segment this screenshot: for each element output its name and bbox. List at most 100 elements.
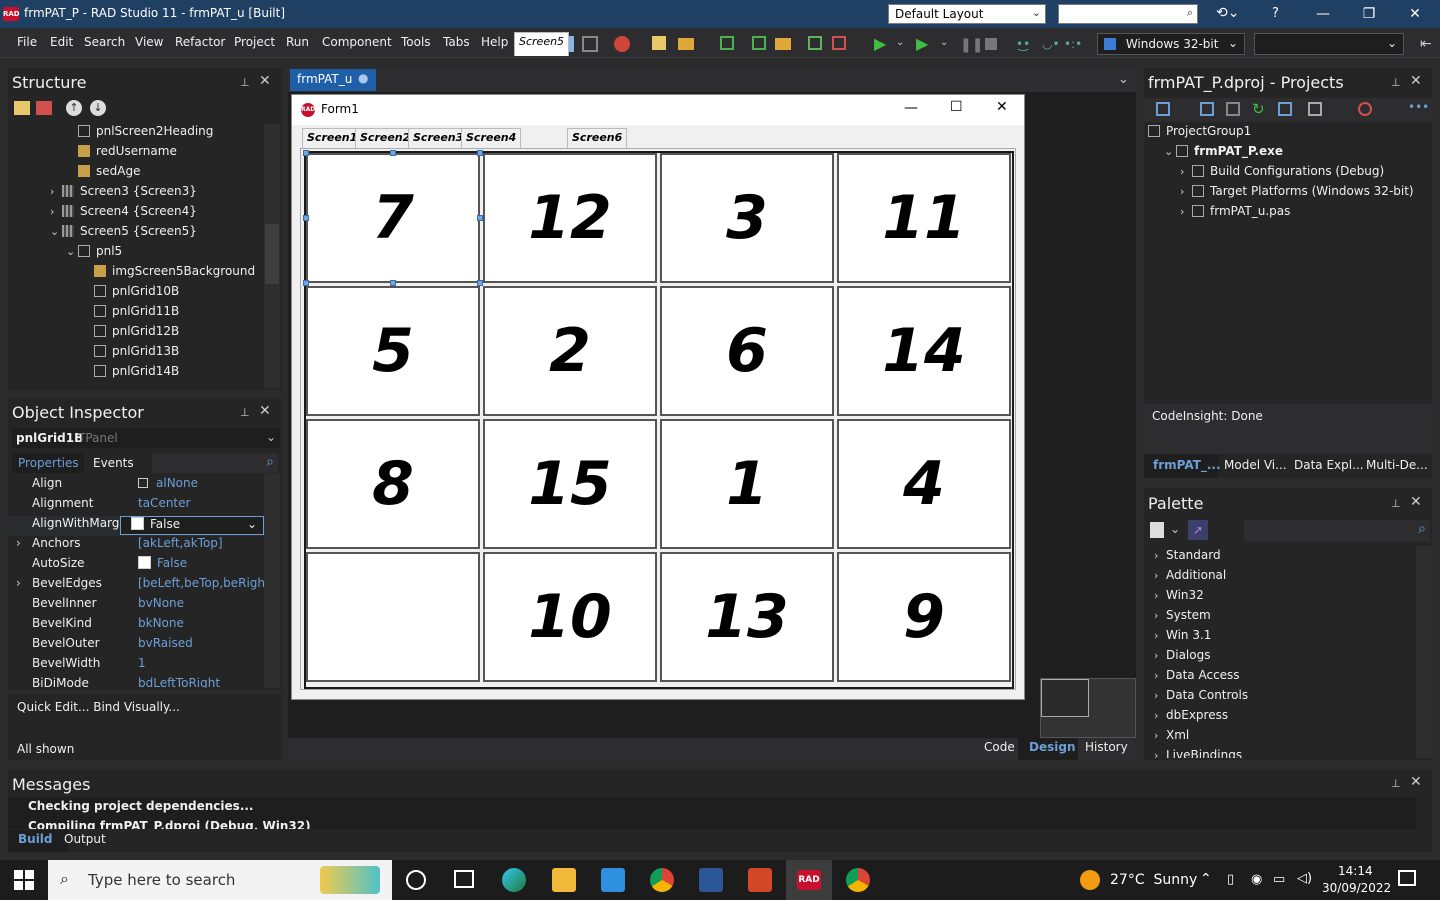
chevron-down-icon[interactable]: ⌄ — [1170, 522, 1180, 536]
structure-item[interactable]: ⌄ Screen5 {Screen5} — [50, 224, 197, 244]
grid-cell[interactable] — [306, 552, 480, 682]
tray-volume-icon[interactable]: ◁) — [1297, 871, 1312, 886]
run-icon[interactable]: ▶ — [874, 34, 886, 53]
build-icon[interactable] — [1226, 102, 1240, 116]
pin-icon[interactable]: ⊥ — [1391, 497, 1401, 510]
property-row[interactable]: BevelWidth 1 — [8, 656, 264, 676]
add-file-icon[interactable] — [808, 36, 822, 50]
config-combo[interactable]: ⌄ — [1254, 33, 1404, 55]
selection-handle[interactable] — [477, 215, 483, 221]
structure-item[interactable]: sedAge — [66, 164, 140, 184]
tab-history[interactable]: History — [1085, 740, 1128, 754]
grid-cell[interactable]: 10 — [483, 552, 657, 682]
windows-start-icon[interactable] — [14, 870, 34, 890]
grid-cell[interactable]: 3 — [660, 153, 834, 283]
menu-help[interactable]: Help — [481, 35, 508, 49]
property-value[interactable]: alNone — [138, 476, 198, 490]
structure-item[interactable]: redUsername — [66, 144, 177, 164]
project-item[interactable]: ⌄ frmPAT_P.exe — [1164, 144, 1283, 164]
pointer-icon[interactable]: ➚ — [1188, 520, 1208, 540]
property-row[interactable]: Align alNone — [8, 476, 264, 496]
chevron-down-icon[interactable]: ⌄ — [1164, 145, 1176, 158]
layout-combo[interactable]: Default Layout ⌄ — [888, 4, 1046, 24]
structure-item[interactable]: › Screen4 {Screen4} — [50, 204, 197, 224]
menu-view[interactable]: View — [135, 35, 163, 49]
pin-icon[interactable]: ⊥ — [1391, 777, 1401, 790]
structure-item[interactable]: pnlGrid12B — [82, 324, 179, 344]
grid-cell[interactable]: 13 — [660, 552, 834, 682]
tab-screen1[interactable]: Screen1 — [302, 128, 363, 148]
grid-cell[interactable]: 9 — [837, 552, 1011, 682]
save-all-icon[interactable] — [752, 36, 766, 50]
checkbox[interactable] — [138, 556, 151, 569]
structure-scrollbar[interactable] — [264, 124, 280, 388]
ide-search-input[interactable]: ⌕ — [1058, 4, 1198, 24]
menu-tabs[interactable]: Tabs — [443, 35, 470, 49]
structure-item[interactable]: pnlGrid14B — [82, 364, 179, 384]
pin-icon[interactable]: ⊥ — [1391, 76, 1401, 89]
close-icon[interactable]: ✕ — [1410, 774, 1422, 790]
grid-cell[interactable]: 4 — [837, 419, 1011, 549]
palette-page-icon[interactable] — [1150, 522, 1164, 538]
chevron-right-icon[interactable]: › — [16, 536, 21, 550]
checkbox[interactable] — [131, 517, 144, 530]
palette-category[interactable]: › dbExpress — [1154, 708, 1228, 728]
tab-screen4[interactable]: Screen4 — [461, 128, 522, 148]
structure-item[interactable]: pnlGrid11B — [82, 304, 179, 324]
palette-category[interactable]: › Win 3.1 — [1154, 628, 1211, 648]
tab-model-view[interactable]: Model Vi... — [1224, 458, 1287, 472]
clock-date[interactable]: 30/09/2022 — [1322, 881, 1391, 895]
tray-chevron-icon[interactable]: ⌃ — [1200, 871, 1212, 887]
structure-item[interactable]: ⌄ pnl5 — [66, 244, 122, 264]
grid-cell[interactable]: 2 — [483, 286, 657, 416]
palette-category[interactable]: › Additional — [1154, 568, 1226, 588]
chevron-down-icon[interactable]: ⌄ — [940, 37, 948, 48]
selection-handle[interactable] — [390, 150, 396, 156]
property-value[interactable]: [akLeft,akTop] — [138, 536, 223, 550]
platform-combo[interactable]: Windows 32-bit ⌄ — [1097, 33, 1245, 55]
step-over-icon[interactable]: •͜• — [1016, 37, 1030, 51]
project-item[interactable]: › Target Platforms (Windows 32-bit) — [1180, 184, 1414, 204]
add-project-icon[interactable] — [1200, 102, 1214, 116]
tray-usb-icon[interactable]: ▯ — [1227, 872, 1234, 887]
editor-tab-frmpat[interactable]: frmPAT_u ● — [290, 69, 376, 91]
taskbar-rad-studio[interactable]: RAD — [786, 860, 832, 900]
property-row[interactable]: BevelInner bvNone — [8, 596, 264, 616]
tab-screen2[interactable]: Screen2 — [355, 128, 416, 148]
chrome-icon[interactable] — [650, 868, 674, 892]
arrow-left-icon[interactable]: ⇤ — [1420, 36, 1432, 52]
grid-cell[interactable]: 12 — [483, 153, 657, 283]
grid-cell[interactable]: 14 — [837, 286, 1011, 416]
property-value[interactable]: bdLeftToRight — [138, 676, 220, 688]
tab-output[interactable]: Output — [64, 832, 106, 846]
grid-cell[interactable]: 6 — [660, 286, 834, 416]
property-value[interactable]: False ⌄ — [120, 516, 264, 535]
new-project-icon[interactable] — [1156, 102, 1170, 116]
palette-category[interactable]: › Win32 — [1154, 588, 1204, 608]
selection-handle[interactable] — [303, 215, 309, 221]
property-row[interactable]: AutoSize False — [8, 556, 264, 576]
menu-search[interactable]: Search — [84, 35, 125, 49]
notifications-icon[interactable] — [1398, 870, 1416, 886]
open-folder-icon[interactable] — [678, 38, 694, 50]
palette-category[interactable]: › Dialogs — [1154, 648, 1210, 668]
target-icon[interactable] — [1358, 102, 1372, 116]
palette-category[interactable]: › LiveBindings — [1154, 748, 1242, 758]
close-icon[interactable]: ✕ — [259, 403, 271, 419]
tab-multi-device[interactable]: Multi-De... — [1366, 458, 1428, 472]
chevron-down-icon[interactable]: ⌄ — [50, 225, 62, 238]
tab-screen3[interactable]: Screen3 — [408, 128, 469, 148]
task-view-icon[interactable] — [454, 870, 474, 888]
chevron-right-icon[interactable]: › — [1180, 185, 1192, 198]
clock-time[interactable]: 14:14 — [1338, 864, 1373, 878]
run-without-debug-icon[interactable]: ▶ — [916, 34, 928, 53]
powerpoint-icon[interactable] — [748, 868, 772, 892]
property-row[interactable]: › BevelEdges [beLeft,beTop,beRight,bel — [8, 576, 264, 596]
scroll-thumb[interactable] — [265, 224, 279, 284]
menu-project[interactable]: Project — [234, 35, 275, 49]
chevron-down-icon[interactable]: ⌄ — [66, 245, 78, 258]
property-value[interactable]: bkNone — [138, 616, 184, 630]
sync-icon[interactable] — [1278, 102, 1292, 116]
property-row[interactable]: BiDiMode bdLeftToRight — [8, 676, 264, 688]
grid-cell[interactable]: 5 — [306, 286, 480, 416]
